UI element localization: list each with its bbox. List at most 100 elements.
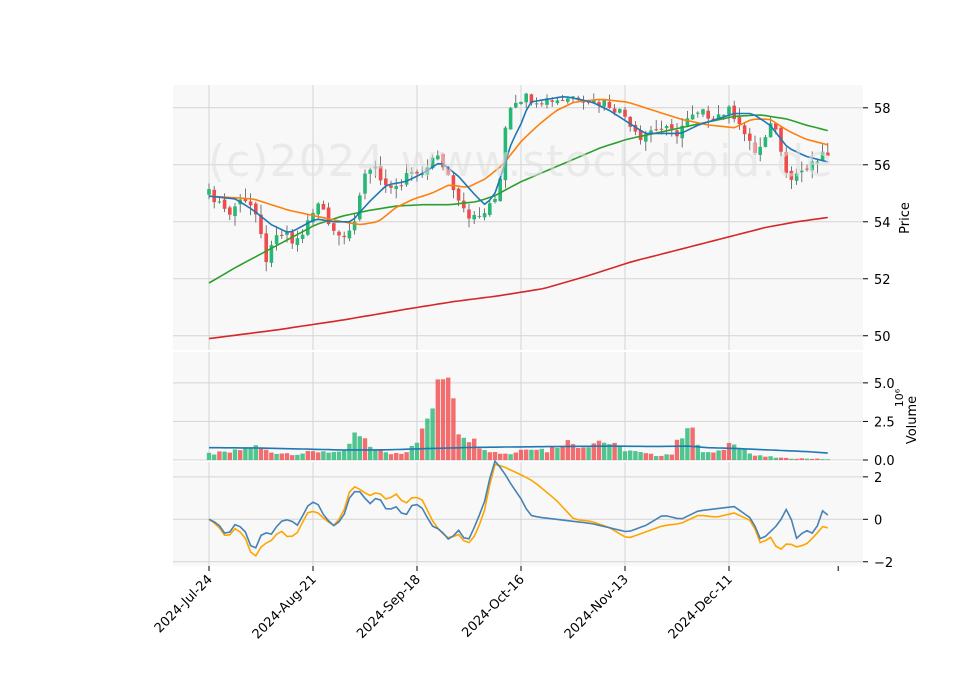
- candle-down: [748, 133, 752, 141]
- candle-up: [295, 238, 300, 246]
- volume-bar: [700, 452, 706, 460]
- candle-down: [399, 185, 404, 187]
- candle-up: [800, 170, 804, 173]
- volume-bar: [544, 452, 550, 460]
- volume-bar: [596, 440, 602, 460]
- volume-bar: [269, 452, 274, 460]
- osc-ytick-label: 0: [874, 513, 882, 528]
- candle-down: [607, 101, 612, 108]
- volume-bar: [352, 432, 357, 460]
- volume-bar: [747, 453, 752, 460]
- volume-bar: [581, 447, 586, 460]
- volume-bar: [690, 427, 695, 460]
- volume-bar: [492, 452, 498, 460]
- candle-down: [753, 142, 757, 153]
- volume-bar: [227, 452, 232, 460]
- chart-canvas: 50 52 54 56 58 Price 0.0 2.5 5.0 Volume10⁶ −2 0 2 202…: [152, 85, 920, 642]
- x-tick-label: 2024-Sep-18: [354, 572, 424, 642]
- candle-up: [810, 161, 814, 171]
- volume-bar: [628, 450, 633, 460]
- candle-up: [602, 100, 606, 107]
- volume-bar: [222, 451, 227, 460]
- volume-bar: [529, 449, 534, 460]
- candle-up: [763, 137, 768, 147]
- candle-down: [540, 103, 544, 105]
- candle-down: [384, 178, 388, 186]
- volume-bar: [752, 455, 758, 460]
- volume-bar: [420, 428, 425, 460]
- candle-down: [706, 110, 710, 119]
- price-ytick-label: 52: [874, 273, 891, 288]
- volume-bar: [732, 444, 737, 460]
- volume-ytick-label: 5.0: [874, 377, 895, 392]
- volume-bar: [394, 452, 399, 460]
- candle-up: [472, 214, 476, 220]
- candle-up: [493, 198, 497, 202]
- volume-bar: [498, 453, 503, 460]
- volume-bar: [706, 452, 711, 460]
- x-tick-label: 2024-Jul-24: [152, 572, 216, 636]
- volume-bar: [383, 452, 388, 460]
- volume-bar: [477, 448, 482, 460]
- candle-down: [659, 128, 664, 130]
- volume-bar: [794, 458, 799, 460]
- candle-up: [664, 126, 669, 129]
- candle-up: [316, 203, 320, 215]
- volume-bar: [472, 438, 477, 460]
- volume-bar: [820, 459, 825, 460]
- volume-bar: [674, 439, 680, 460]
- volume-bar: [711, 452, 716, 460]
- volume-bar: [373, 450, 378, 460]
- volume-bar: [643, 453, 648, 460]
- price-axis-label: Price: [898, 202, 913, 234]
- volume-bar: [451, 398, 456, 460]
- candle-up: [217, 201, 222, 203]
- candle-up: [363, 173, 367, 194]
- volume-bar: [617, 446, 622, 460]
- candle-up: [488, 203, 492, 215]
- osc-ytick-label: −2: [874, 556, 893, 571]
- volume-bar: [784, 457, 789, 460]
- candle-down: [623, 109, 627, 117]
- x-tick-label: 2024-Nov-13: [562, 572, 632, 642]
- volume-bar: [555, 447, 560, 460]
- candle-up: [566, 98, 570, 102]
- volume-bar: [602, 442, 607, 460]
- volume-bar: [648, 453, 654, 460]
- candle-up: [207, 189, 211, 195]
- candle-down: [321, 203, 326, 210]
- volume-bar: [742, 448, 747, 460]
- candle-up: [436, 155, 440, 160]
- candle-up: [368, 169, 372, 174]
- volume-bar: [773, 457, 778, 460]
- volume-bar: [680, 438, 685, 460]
- candle-down: [462, 200, 466, 209]
- volume-bar: [763, 456, 768, 460]
- volume-bar: [409, 446, 414, 460]
- volume-ytick-label: 0.0: [874, 454, 895, 469]
- volume-bar: [414, 442, 420, 460]
- volume-bar: [659, 455, 664, 460]
- volume-bar: [737, 448, 742, 460]
- candle-up: [727, 106, 731, 115]
- volume-bar: [565, 440, 570, 460]
- volume-bar: [633, 451, 638, 460]
- candle-up: [524, 93, 528, 103]
- volume-bar: [378, 450, 383, 460]
- candle-up: [534, 103, 539, 105]
- volume-bar: [243, 447, 248, 460]
- candle-down: [451, 175, 456, 191]
- price-ytick-label: 50: [874, 330, 891, 345]
- volume-axis-label: Volume: [905, 396, 920, 444]
- price-ytick-label: 54: [874, 216, 891, 231]
- volume-bar: [399, 453, 404, 460]
- volume-bar: [295, 454, 300, 460]
- volume-bar: [212, 454, 217, 460]
- volume-bar: [669, 454, 674, 460]
- candle-down: [264, 233, 268, 263]
- candle-down: [456, 188, 461, 201]
- volume-bar: [539, 448, 544, 460]
- volume-bar: [654, 456, 659, 460]
- stock-chart: (c)2024 www.stockdroid.de 50 52 54 56 58 Pric…: [0, 0, 960, 690]
- volume-bar: [368, 446, 373, 460]
